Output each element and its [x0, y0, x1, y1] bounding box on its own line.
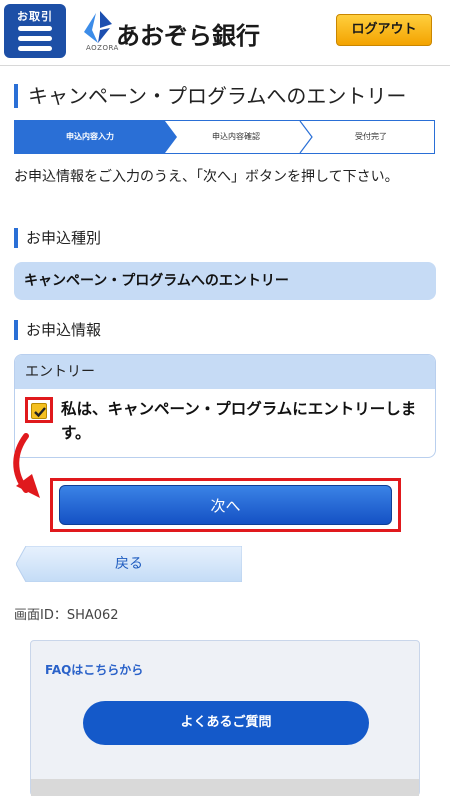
- step-input: 申込内容入力: [15, 121, 165, 153]
- step-progress: 申込内容入力 申込内容確認 受付完了: [14, 120, 435, 154]
- menu-button[interactable]: お取引: [4, 4, 66, 58]
- entry-checkbox-label[interactable]: 私は、キャンペーン・プログラムにエントリーします。: [61, 397, 427, 445]
- entry-card-header: エントリー: [15, 355, 435, 389]
- screen-id: 画面ID：SHA062: [14, 608, 119, 623]
- faq-button[interactable]: よくあるご質問: [83, 701, 369, 745]
- menu-label: お取引: [17, 10, 53, 23]
- back-button-label: 戻る: [115, 556, 143, 572]
- header: お取引 あおぞら銀行 AOZORA ログアウト: [0, 0, 450, 66]
- application-type-value: キャンペーン・プログラムへのエントリー: [14, 262, 436, 300]
- bank-logo: あおぞら銀行 AOZORA: [82, 8, 282, 56]
- section-type-title: お申込種別: [14, 228, 101, 248]
- checkbox-highlight: [25, 397, 53, 423]
- faq-title[interactable]: FAQはこちらから: [45, 661, 143, 678]
- entry-checkbox[interactable]: [31, 403, 47, 419]
- bank-sub: AOZORA: [86, 44, 119, 52]
- entry-card: エントリー 私は、キャンペーン・プログラムにエントリーします。: [14, 354, 436, 458]
- aozora-logo-icon: [84, 11, 112, 43]
- logout-button[interactable]: ログアウト: [336, 14, 432, 46]
- section-info-title: お申込情報: [14, 320, 101, 340]
- back-button[interactable]: 戻る: [16, 546, 242, 582]
- next-button[interactable]: 次へ: [59, 485, 392, 525]
- hamburger-icon: [18, 26, 52, 56]
- step-confirm: 申込内容確認: [212, 132, 260, 141]
- faq-bottom-bar: [31, 779, 419, 796]
- step-complete: 受付完了: [355, 132, 387, 141]
- bank-name: あおぞら銀行: [116, 22, 260, 50]
- page-title: キャンペーン・プログラムへのエントリー: [14, 84, 434, 108]
- faq-panel: FAQはこちらから よくあるご質問: [30, 640, 420, 796]
- intro-text: お申込情報をご入力のうえ、「次へ」ボタンを押して下さい。: [14, 169, 399, 185]
- checkmark-icon: [34, 407, 46, 418]
- next-button-highlight: 次へ: [50, 478, 401, 532]
